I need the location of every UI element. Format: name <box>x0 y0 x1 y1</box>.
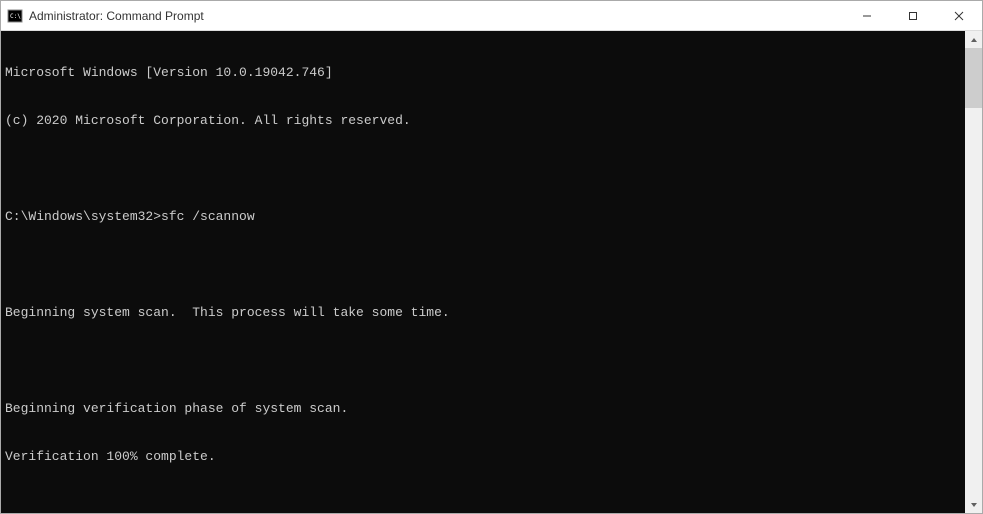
terminal-line: (c) 2020 Microsoft Corporation. All righ… <box>5 113 961 129</box>
terminal-line <box>5 353 961 369</box>
terminal-line <box>5 497 961 513</box>
terminal-line: Verification 100% complete. <box>5 449 961 465</box>
cmd-icon: C:\ <box>7 8 23 24</box>
scrollbar-thumb[interactable] <box>965 48 982 108</box>
window-controls <box>844 1 982 30</box>
scroll-up-button[interactable] <box>965 31 982 48</box>
terminal-line: Beginning verification phase of system s… <box>5 401 961 417</box>
window-title: Administrator: Command Prompt <box>29 9 844 23</box>
vertical-scrollbar[interactable] <box>965 31 982 513</box>
scrollbar-track[interactable] <box>965 48 982 496</box>
maximize-button[interactable] <box>890 1 936 30</box>
terminal-output[interactable]: Microsoft Windows [Version 10.0.19042.74… <box>1 31 965 513</box>
svg-text:C:\: C:\ <box>10 13 21 20</box>
command-prompt-window: C:\ Administrator: Command Prompt Micros… <box>0 0 983 514</box>
terminal-line <box>5 257 961 273</box>
terminal-line: Microsoft Windows [Version 10.0.19042.74… <box>5 65 961 81</box>
terminal-line: C:\Windows\system32>sfc /scannow <box>5 209 961 225</box>
terminal-line <box>5 161 961 177</box>
content-area: Microsoft Windows [Version 10.0.19042.74… <box>1 31 982 513</box>
scroll-down-button[interactable] <box>965 496 982 513</box>
titlebar[interactable]: C:\ Administrator: Command Prompt <box>1 1 982 31</box>
minimize-button[interactable] <box>844 1 890 30</box>
close-button[interactable] <box>936 1 982 30</box>
terminal-line: Beginning system scan. This process will… <box>5 305 961 321</box>
